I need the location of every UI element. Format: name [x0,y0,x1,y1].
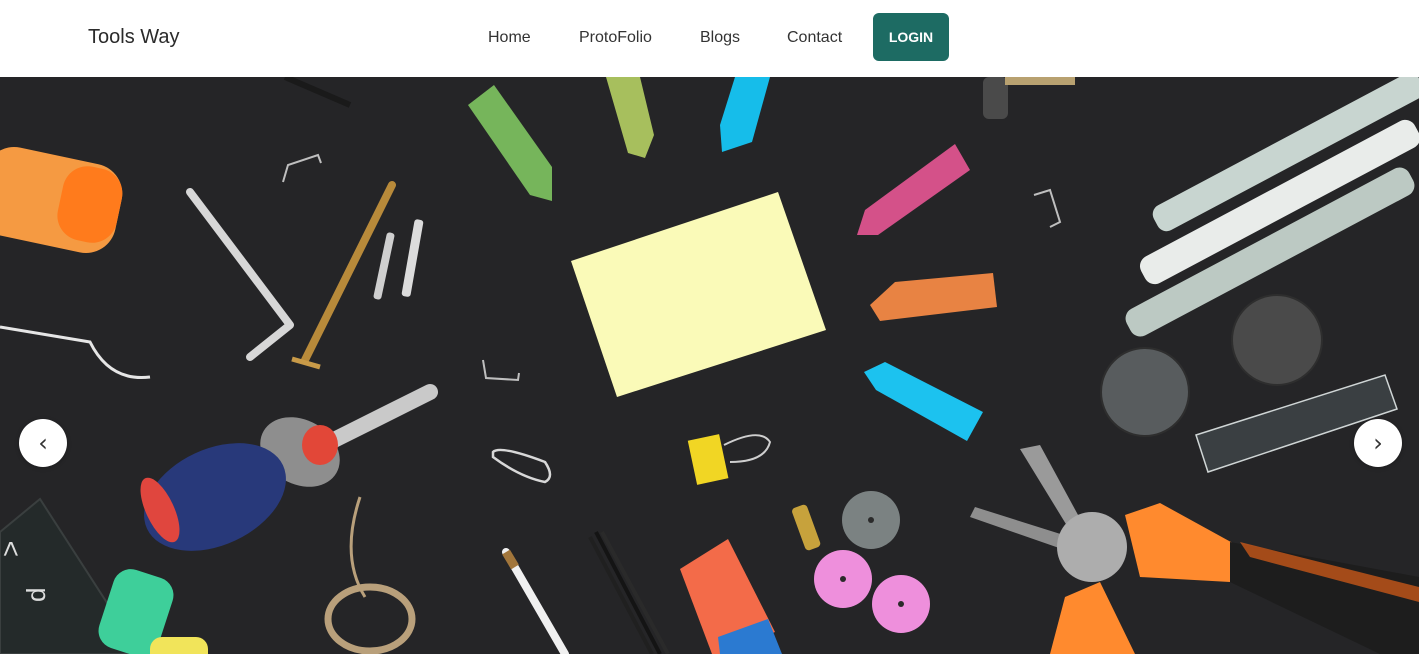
nav-link-contact[interactable]: Contact [787,29,842,47]
hero-carousel: > d [0,77,1419,654]
nav-link-blogs[interactable]: Blogs [700,29,740,47]
svg-text:>: > [0,541,26,557]
chevron-right-icon: › [1373,429,1383,457]
carousel-next-button[interactable]: › [1354,419,1402,467]
nav-link-home[interactable]: Home [488,29,531,47]
nav-link-protofolio[interactable]: ProtoFolio [579,29,652,47]
chevron-left-icon: ‹ [38,429,48,457]
login-button[interactable]: LOGIN [873,13,949,61]
hero-image: > d [0,77,1419,654]
svg-text:d: d [21,588,51,602]
carousel-prev-button[interactable]: ‹ [19,419,67,467]
brand-logo[interactable]: Tools Way [88,26,180,49]
navbar: Tools Way Home ProtoFolio Blogs Contact … [0,0,1419,77]
